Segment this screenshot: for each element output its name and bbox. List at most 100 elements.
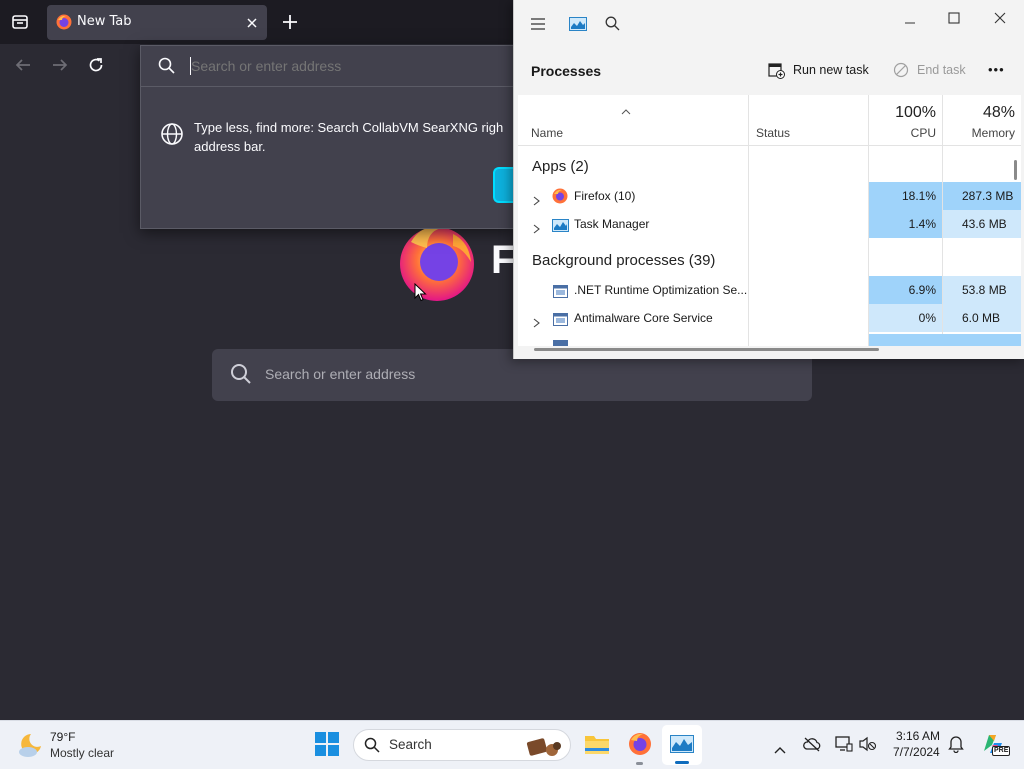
preview-badge: PRE xyxy=(992,746,1011,756)
taskbar: 79°F Mostly clear Search 3:16 AM 7/7/202… xyxy=(0,720,1024,769)
search-icon xyxy=(158,57,175,78)
cpu-value: 6.9% xyxy=(908,283,936,297)
maximize-icon[interactable] xyxy=(948,9,960,28)
windows-start-icon[interactable] xyxy=(315,732,339,760)
cpu-value: 0% xyxy=(918,311,936,325)
firefox-logo-icon xyxy=(397,222,477,306)
task-manager-icon xyxy=(670,735,694,757)
reload-icon[interactable] xyxy=(87,56,105,78)
cpu-cell: 18.1% xyxy=(869,182,942,210)
network-display-icon[interactable] xyxy=(835,736,853,756)
tab-new-tab[interactable]: New Tab xyxy=(47,5,267,40)
search-tip-line-2: address bar. xyxy=(194,139,266,154)
globe-icon xyxy=(160,122,184,150)
cpu-value: 18.1% xyxy=(901,189,936,203)
content-search-placeholder: Search or enter address xyxy=(265,366,416,382)
cpu-cell xyxy=(869,243,942,273)
column-header-cpu[interactable]: 100% CPU xyxy=(869,95,942,145)
column-header-name[interactable]: Name xyxy=(531,126,563,140)
search-icon[interactable] xyxy=(605,16,620,35)
cpu-total-percent: 100% xyxy=(895,104,936,121)
show-hidden-icons-chevron-icon[interactable] xyxy=(774,739,786,758)
group-header-apps: Apps (2) xyxy=(532,158,589,175)
memory-cell: 287.3 MB xyxy=(943,182,1021,210)
file-explorer-icon[interactable] xyxy=(584,733,610,759)
process-name: .NET Runtime Optimization Se... xyxy=(574,283,748,297)
memory-cell: 43.6 MB xyxy=(943,210,1021,238)
urlbar-input[interactable] xyxy=(191,55,501,77)
notification-bell-icon[interactable] xyxy=(948,735,964,757)
clock-date[interactable]: 7/7/2024 xyxy=(893,745,940,759)
tab-title: New Tab xyxy=(77,14,132,29)
run-new-task-label: Run new task xyxy=(793,63,869,77)
table-row[interactable]: Antimalware Core Service 0% 6.0 MB xyxy=(518,304,1021,332)
memory-value: 287.3 MB xyxy=(962,189,1014,203)
process-name: Firefox (10) xyxy=(574,189,636,203)
memory-value: 53.8 MB xyxy=(962,283,1007,297)
firefox-taskbar-icon[interactable] xyxy=(628,732,652,760)
forward-arrow-icon[interactable] xyxy=(51,56,69,78)
memory-value: 43.6 MB xyxy=(962,217,1007,231)
close-tab-icon[interactable] xyxy=(245,15,259,34)
clock-time[interactable]: 3:16 AM xyxy=(896,729,940,743)
new-tab-plus-icon[interactable] xyxy=(281,13,299,35)
memory-value: 6.0 MB xyxy=(962,311,1001,325)
mouse-cursor-icon xyxy=(414,282,427,306)
search-tip-button[interactable] xyxy=(493,167,515,203)
taskbar-search-label: Search xyxy=(389,737,432,752)
table-row[interactable]: Task Manager 1.4% 43.6 MB xyxy=(518,210,1021,238)
table-row[interactable]: .NET Runtime Optimization Se... 6.9% 53.… xyxy=(518,276,1021,304)
header-divider xyxy=(518,145,1021,146)
minimize-icon[interactable] xyxy=(904,14,916,33)
taskbar-search-box[interactable]: Search xyxy=(353,729,571,761)
search-icon xyxy=(364,737,380,757)
group-header-background: Background processes (39) xyxy=(532,252,716,269)
search-tip-message: Type less, find more: Search CollabVM Se… xyxy=(194,118,514,156)
task-manager-taskbar-button[interactable] xyxy=(662,725,702,765)
sort-ascending-chevron-icon xyxy=(621,100,631,119)
memory-total-percent: 48% xyxy=(982,104,1015,121)
memory-cell: 53.8 MB xyxy=(943,276,1021,304)
tab-list-icon[interactable] xyxy=(10,12,30,32)
memory-header-label: Memory xyxy=(971,126,1015,140)
close-window-icon[interactable] xyxy=(994,9,1006,28)
firefox-icon xyxy=(552,188,568,208)
vertical-scrollbar[interactable] xyxy=(1014,160,1017,180)
end-task-label: End task xyxy=(917,63,966,77)
task-manager-icon xyxy=(569,16,587,35)
expand-chevron-icon[interactable] xyxy=(533,219,540,238)
firefox-wordmark: F xyxy=(491,238,516,282)
back-arrow-icon[interactable] xyxy=(14,56,32,78)
weather-description: Mostly clear xyxy=(50,746,115,760)
hamburger-menu-icon[interactable] xyxy=(530,16,546,35)
search-icon xyxy=(230,363,252,389)
table-row[interactable]: Firefox (10) 18.1% 287.3 MB xyxy=(518,182,1021,210)
end-task-icon xyxy=(893,62,909,78)
weather-temperature: 79°F xyxy=(50,730,76,744)
cpu-cell: 0% xyxy=(869,304,942,332)
moon-cloud-icon xyxy=(16,731,44,763)
search-tip-line-1: Type less, find more: Search CollabVM Se… xyxy=(194,120,504,135)
process-name: Antimalware Core Service xyxy=(574,311,713,325)
cpu-header-label: CPU xyxy=(910,126,936,140)
cpu-value: 1.4% xyxy=(908,217,936,231)
volume-muted-icon[interactable] xyxy=(859,736,877,756)
memory-cell: 6.0 MB xyxy=(943,304,1021,332)
weather-widget[interactable]: 79°F Mostly clear xyxy=(14,727,124,763)
search-highlight-chocolate-icon xyxy=(526,734,562,762)
column-header-memory[interactable]: 48% Memory xyxy=(943,95,1021,145)
copilot-icon[interactable]: PRE xyxy=(980,731,1011,757)
cpu-cell: 1.4% xyxy=(869,210,942,238)
onedrive-offline-icon[interactable] xyxy=(803,736,821,756)
expand-chevron-icon[interactable] xyxy=(533,313,540,332)
cpu-cell xyxy=(869,334,1021,346)
horizontal-scrollbar[interactable] xyxy=(534,348,879,351)
urlbar[interactable] xyxy=(141,46,514,87)
cpu-cell: 6.9% xyxy=(869,276,942,304)
running-indicator xyxy=(636,762,643,765)
more-options-button[interactable]: ••• xyxy=(988,62,1005,77)
urlbar-dropdown: Type less, find more: Search CollabVM Se… xyxy=(140,45,515,229)
column-header-status[interactable]: Status xyxy=(756,126,790,140)
expand-chevron-icon[interactable] xyxy=(533,191,540,210)
task-manager-window: Processes Run new task End task ••• Name… xyxy=(513,0,1024,359)
